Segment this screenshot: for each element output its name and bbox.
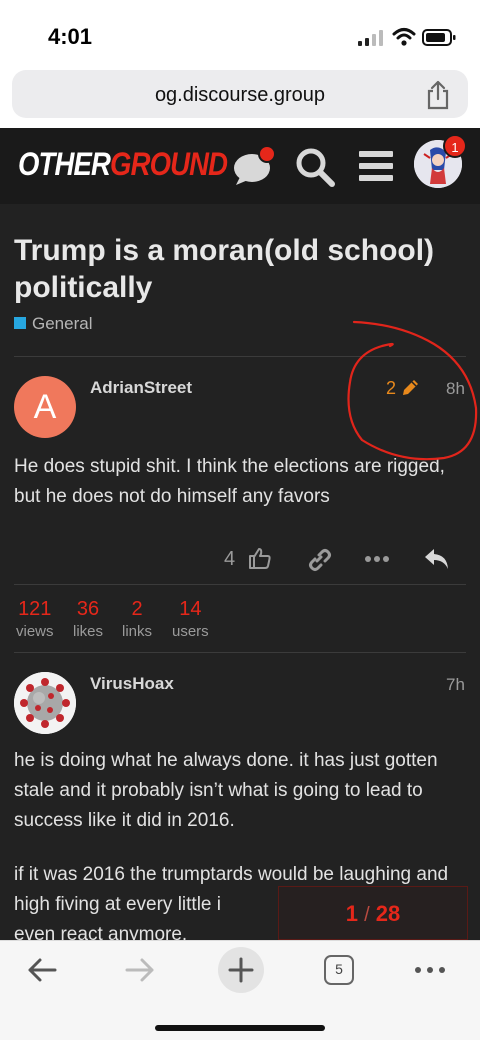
address-bar[interactable]: og.discourse.group: [12, 70, 468, 118]
forward-arrow-icon[interactable]: [124, 955, 156, 985]
stat-label: links: [122, 623, 153, 640]
category-color-square: [14, 317, 26, 329]
stat-links[interactable]: 2 links: [122, 598, 152, 640]
virus-icon: [14, 672, 76, 734]
stat-users[interactable]: 14 users: [172, 598, 209, 640]
hamburger-menu-icon[interactable]: [356, 148, 396, 184]
logo-text-ground: GROUND: [110, 146, 228, 182]
browser-toolbar: 5: [0, 940, 480, 1040]
home-indicator[interactable]: [155, 1025, 325, 1031]
post-body: he is doing what he always done. it has …: [14, 750, 438, 831]
cellular-signal-icon: [358, 30, 383, 46]
post-username[interactable]: AdrianStreet: [90, 378, 192, 398]
stat-value: 36: [76, 598, 100, 620]
topic-progress[interactable]: 1 / 28: [278, 886, 468, 940]
status-time: 4:01: [48, 24, 93, 49]
stat-value: 121: [18, 598, 52, 620]
reply-icon[interactable]: [422, 546, 450, 572]
divider: [14, 584, 466, 585]
tabs-button[interactable]: 5: [324, 955, 354, 985]
stat-label: views: [16, 623, 54, 640]
stat-value: 14: [179, 598, 202, 620]
browser-address-area: og.discourse.group: [0, 64, 480, 128]
chat-icon[interactable]: [232, 144, 276, 186]
site-logo[interactable]: OTHERGROUND: [18, 146, 228, 183]
stat-label: likes: [73, 623, 104, 640]
post-avatar[interactable]: [14, 672, 76, 734]
logo-text-other: OTHER: [18, 146, 111, 182]
topic-title[interactable]: Trump is a moran(old school) politically: [14, 232, 464, 306]
like-count[interactable]: 4: [224, 548, 235, 571]
stat-likes[interactable]: 36 likes: [73, 598, 103, 640]
progress-current: 1: [345, 901, 358, 926]
back-arrow-icon[interactable]: [26, 955, 58, 985]
progress-total: 28: [375, 901, 401, 926]
category-badge[interactable]: General: [14, 314, 92, 334]
battery-icon: [422, 29, 456, 46]
status-bar: 4:01: [0, 0, 480, 64]
link-icon[interactable]: [306, 546, 332, 572]
stat-views[interactable]: 121 views: [16, 598, 54, 640]
stat-value: 2: [131, 598, 143, 620]
url-text[interactable]: og.discourse.group: [12, 84, 468, 107]
post-username[interactable]: VirusHoax: [90, 674, 174, 694]
thumbs-up-icon[interactable]: [248, 546, 272, 570]
notification-badge[interactable]: 1: [443, 134, 467, 158]
share-icon[interactable]: [424, 80, 452, 110]
annotation-scribble: [347, 320, 478, 461]
plus-icon: [228, 957, 254, 983]
category-label: General: [32, 314, 93, 333]
wifi-icon: [392, 28, 416, 46]
stat-label: users: [172, 623, 209, 640]
post-timestamp[interactable]: 7h: [446, 675, 465, 695]
new-tab-button[interactable]: [218, 947, 264, 993]
progress-separator: /: [364, 904, 370, 926]
more-options-icon[interactable]: [364, 554, 390, 564]
post-avatar[interactable]: A: [14, 376, 76, 438]
divider: [14, 652, 466, 653]
topic-content: Trump is a moran(old school) politically…: [0, 204, 480, 940]
site-header: OTHERGROUND 1: [0, 128, 480, 204]
search-icon[interactable]: [294, 146, 336, 188]
more-menu-icon[interactable]: [414, 965, 446, 975]
